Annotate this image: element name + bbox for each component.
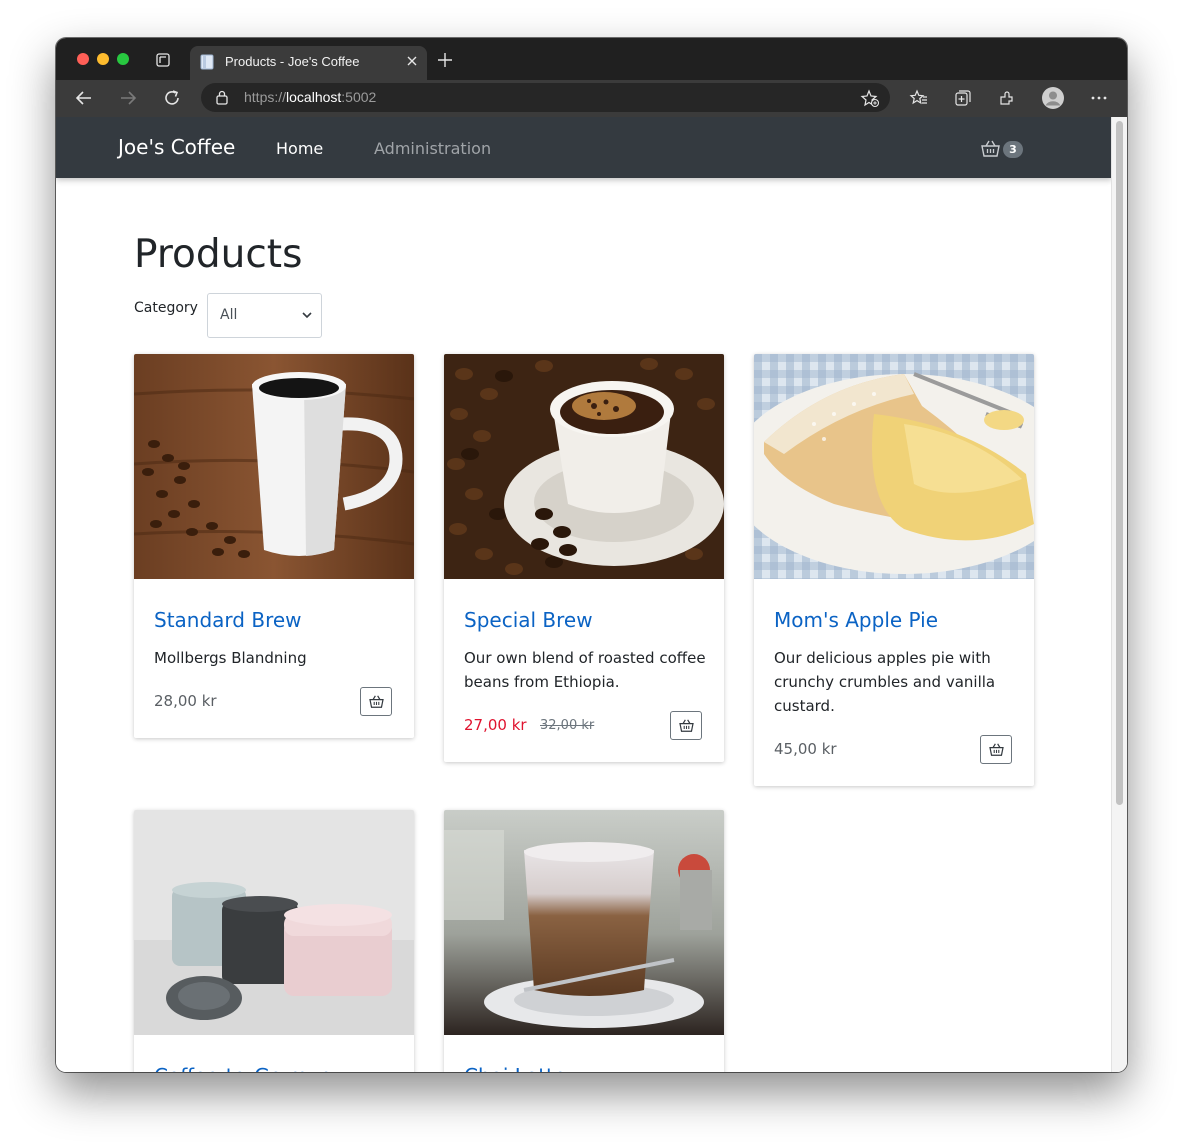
browser-tab-active[interactable]: Products - Joe's Coffee xyxy=(190,46,427,80)
product-original-price: 32,00 kr xyxy=(540,718,595,733)
scrollbar-thumb[interactable] xyxy=(1116,121,1123,805)
maximize-window-button[interactable] xyxy=(117,53,129,65)
tab-actions-icon[interactable] xyxy=(156,53,170,67)
extensions-icon[interactable] xyxy=(997,88,1017,108)
url-host: localhost xyxy=(286,89,342,105)
product-card: Special Brew Our own blend of roasted co… xyxy=(444,354,724,762)
product-image-coffee-mug[interactable] xyxy=(134,354,414,579)
nav-link-administration[interactable]: Administration xyxy=(374,139,491,158)
nav-link-home[interactable]: Home xyxy=(276,139,323,158)
browser-window: Products - Joe's Coffee https://localhos… xyxy=(56,38,1127,1072)
basket-icon xyxy=(981,140,1000,157)
minimize-window-button[interactable] xyxy=(97,53,109,65)
category-selected-value: All xyxy=(220,307,238,323)
tab-title: Products - Joe's Coffee xyxy=(225,54,360,69)
product-name[interactable]: Mom's Apple Pie xyxy=(774,608,938,632)
product-card: Coffee-to-Go mug xyxy=(134,810,414,1072)
product-image-coffee-cup-beans[interactable] xyxy=(444,354,724,579)
page-icon xyxy=(200,54,214,70)
basket-icon xyxy=(989,743,1004,756)
product-name[interactable]: Coffee-to-Go mug xyxy=(154,1064,333,1072)
site-navbar: Joe's Coffee Home Administration 3 xyxy=(56,117,1112,178)
product-image-apple-pie[interactable] xyxy=(754,354,1034,579)
new-tab-icon[interactable] xyxy=(437,52,453,68)
cart-count-badge: 3 xyxy=(1003,141,1023,158)
brand-link[interactable]: Joe's Coffee xyxy=(118,135,235,159)
product-description: Our own blend of roasted coffee beans fr… xyxy=(464,649,706,691)
close-window-button[interactable] xyxy=(77,53,89,65)
basket-icon xyxy=(369,695,384,708)
refresh-icon[interactable] xyxy=(162,88,182,108)
product-sale-price: 27,00 kr xyxy=(464,716,527,734)
product-description: Mollbergs Blandning xyxy=(154,649,307,667)
product-card: Standard Brew Mollbergs Blandning 28,00 … xyxy=(134,354,414,738)
address-bar[interactable]: https://localhost:5002 xyxy=(201,83,890,112)
product-name[interactable]: Standard Brew xyxy=(154,608,302,632)
tab-strip: Products - Joe's Coffee xyxy=(56,38,1127,80)
url-scheme: https:// xyxy=(244,89,287,105)
category-label: Category xyxy=(134,300,198,316)
profile-avatar-icon[interactable] xyxy=(1042,87,1064,109)
product-name[interactable]: Special Brew xyxy=(464,608,593,632)
cart-button[interactable]: 3 xyxy=(981,139,1029,161)
add-to-cart-button[interactable] xyxy=(670,711,702,740)
product-description: Our delicious apples pie with crunchy cr… xyxy=(774,649,996,715)
add-to-cart-button[interactable] xyxy=(980,735,1012,764)
vertical-scrollbar[interactable] xyxy=(1111,117,1127,1072)
back-arrow-icon[interactable] xyxy=(74,88,94,108)
basket-icon xyxy=(679,719,694,732)
url-port: :5002 xyxy=(341,89,377,105)
page-title: Products xyxy=(134,232,303,277)
product-card: Mom's Apple Pie Our delicious apples pie… xyxy=(754,354,1034,786)
collections-icon[interactable] xyxy=(953,88,973,108)
lock-icon[interactable] xyxy=(215,90,229,105)
page-viewport: Joe's Coffee Home Administration 3 Produ… xyxy=(56,117,1127,1072)
add-to-cart-button[interactable] xyxy=(360,687,392,716)
add-favorite-icon[interactable] xyxy=(860,88,880,108)
more-options-icon[interactable] xyxy=(1089,88,1109,108)
product-card: Chai Latte xyxy=(444,810,724,1072)
product-price: 28,00 kr xyxy=(154,692,217,710)
forward-arrow-icon[interactable] xyxy=(118,88,138,108)
chevron-down-icon xyxy=(302,312,312,319)
product-price: 45,00 kr xyxy=(774,740,837,758)
close-tab-icon[interactable] xyxy=(405,54,419,68)
url-text[interactable]: https://localhost:5002 xyxy=(244,89,376,105)
product-image-to-go-mugs[interactable] xyxy=(134,810,414,1035)
product-image-chai-latte[interactable] xyxy=(444,810,724,1035)
browser-toolbar: https://localhost:5002 xyxy=(56,80,1127,117)
category-select[interactable]: All xyxy=(207,293,322,338)
favorites-icon[interactable] xyxy=(909,88,929,108)
product-name[interactable]: Chai Latte xyxy=(464,1064,566,1072)
